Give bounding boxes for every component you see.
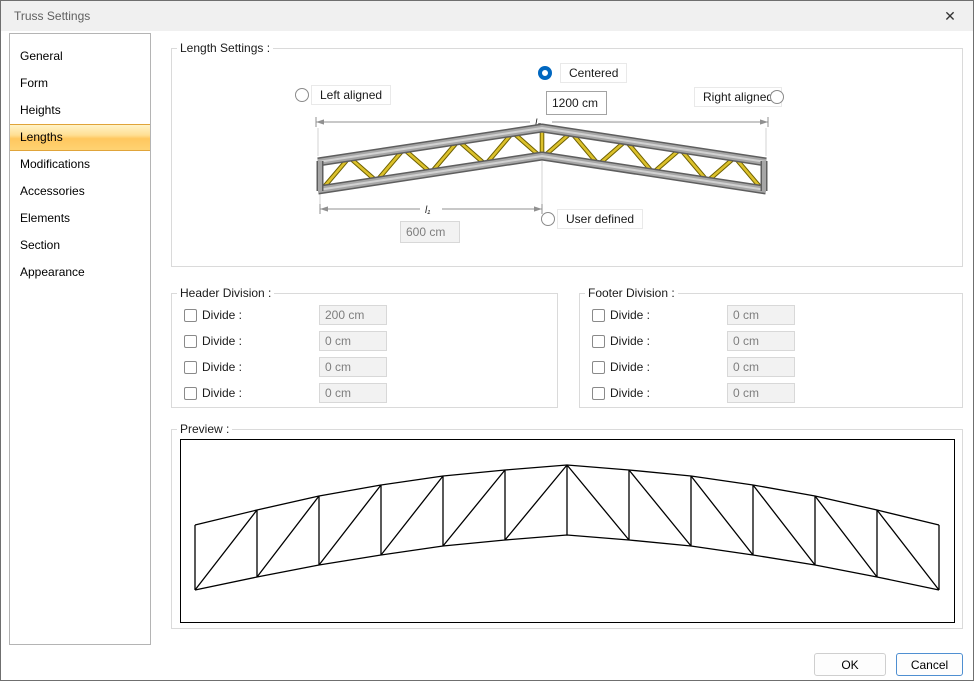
sidebar-item-modifications[interactable]: Modifications: [10, 151, 150, 178]
right-aligned-radio-label[interactable]: Right aligned: [694, 87, 782, 107]
footer-divide-row-2: Divide :: [592, 331, 795, 351]
footer-divide-input-2: [727, 331, 795, 351]
footer-divide-input-3: [727, 357, 795, 377]
truss-web-members: [322, 129, 762, 189]
length-settings-group: Length Settings : Centered Left aligned …: [171, 48, 963, 267]
footer-divide-row-1: Divide :: [592, 305, 795, 325]
footer-divide-input-1: [727, 305, 795, 325]
centered-radio-label[interactable]: Centered: [560, 63, 627, 83]
footer-divide-row-4: Divide :: [592, 383, 795, 403]
sidebar-item-section[interactable]: Section: [10, 232, 150, 259]
footer-divide-input-4: [727, 383, 795, 403]
settings-nav: General Form Heights Lengths Modificatio…: [9, 33, 151, 645]
header-divide-input-2: [319, 331, 387, 351]
dim-arrow-left: [316, 119, 324, 124]
left-aligned-radio[interactable]: [295, 88, 309, 102]
header-divide-input-3: [319, 357, 387, 377]
ok-button[interactable]: OK: [814, 653, 886, 676]
footer-division-group: Footer Division : Divide : Divide : Divi…: [579, 293, 963, 408]
close-icon[interactable]: ✕: [927, 1, 973, 31]
divide-checkbox[interactable]: [592, 361, 605, 374]
divide-checkbox[interactable]: [592, 335, 605, 348]
sidebar-item-lengths[interactable]: Lengths: [10, 124, 150, 151]
truss-settings-dialog: Truss Settings ✕ General Form Heights Le…: [0, 0, 974, 681]
dim-label-l1: l₁: [425, 205, 430, 214]
divide-checkbox[interactable]: [184, 387, 197, 400]
sidebar-item-general[interactable]: General: [10, 43, 150, 70]
dim-arrow-center: [534, 206, 542, 211]
divide-checkbox[interactable]: [592, 387, 605, 400]
sidebar-item-form[interactable]: Form: [10, 70, 150, 97]
footer-division-group-label: Footer Division :: [585, 286, 678, 300]
header-division-group-label: Header Division :: [177, 286, 274, 300]
dim-label-l2: l₂: [535, 118, 541, 129]
divide-label: Divide :: [202, 334, 319, 348]
header-divide-row-4: Divide :: [184, 383, 387, 403]
truss-length-diagram: l₂ l₁: [312, 114, 772, 214]
truss-chords: [318, 128, 766, 191]
divide-label: Divide :: [610, 360, 727, 374]
sidebar-item-appearance[interactable]: Appearance: [10, 259, 150, 286]
dim-arrow-left-half: [320, 206, 328, 211]
window-title: Truss Settings: [14, 9, 90, 23]
left-aligned-radio-label[interactable]: Left aligned: [311, 85, 391, 105]
preview-group: Preview :: [171, 429, 963, 629]
divide-label: Divide :: [202, 386, 319, 400]
preview-truss-drawing: [181, 440, 954, 622]
dim-arrow-right: [760, 119, 768, 124]
titlebar: Truss Settings: [1, 1, 973, 31]
header-divide-row-1: Divide :: [184, 305, 387, 325]
cancel-button[interactable]: Cancel: [896, 653, 963, 676]
divide-label: Divide :: [610, 308, 727, 322]
header-divide-input-1: [319, 305, 387, 325]
user-defined-radio-label[interactable]: User defined: [557, 209, 643, 229]
total-length-input[interactable]: [546, 91, 607, 115]
header-divide-row-2: Divide :: [184, 331, 387, 351]
left-length-input: [400, 221, 460, 243]
divide-label: Divide :: [202, 308, 319, 322]
sidebar-item-heights[interactable]: Heights: [10, 97, 150, 124]
right-aligned-radio[interactable]: [770, 90, 784, 104]
divide-checkbox[interactable]: [184, 361, 197, 374]
divide-label: Divide :: [202, 360, 319, 374]
centered-radio[interactable]: [538, 66, 552, 80]
divide-checkbox[interactable]: [184, 335, 197, 348]
sidebar-item-elements[interactable]: Elements: [10, 205, 150, 232]
sidebar-item-accessories[interactable]: Accessories: [10, 178, 150, 205]
divide-checkbox[interactable]: [592, 309, 605, 322]
preview-canvas: [180, 439, 955, 623]
divide-label: Divide :: [610, 334, 727, 348]
length-settings-group-label: Length Settings :: [177, 41, 273, 55]
preview-group-label: Preview :: [177, 422, 232, 436]
header-divide-input-4: [319, 383, 387, 403]
user-defined-radio[interactable]: [541, 212, 555, 226]
footer-divide-row-3: Divide :: [592, 357, 795, 377]
divide-label: Divide :: [610, 386, 727, 400]
header-divide-row-3: Divide :: [184, 357, 387, 377]
header-division-group: Header Division : Divide : Divide : Divi…: [171, 293, 558, 408]
truss-web-outline: [322, 129, 762, 189]
divide-checkbox[interactable]: [184, 309, 197, 322]
